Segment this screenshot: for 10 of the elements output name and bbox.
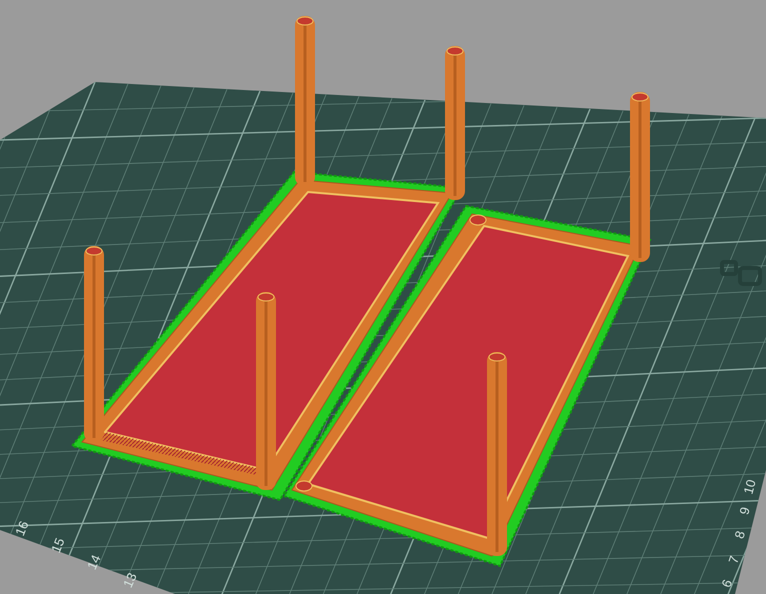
axis-label: 6 [718,578,736,590]
axis-label: 14 [84,552,104,572]
axis-label: 13 [120,570,140,590]
axis-label: 8 [731,529,748,540]
axis-label: 16 [12,518,32,538]
bed-logo-icon [720,260,762,286]
axis-label: 15 [48,536,68,555]
axis-label: 10 [740,478,759,496]
axis-label: 9 [736,505,753,516]
axis-label: 7 [725,554,742,566]
